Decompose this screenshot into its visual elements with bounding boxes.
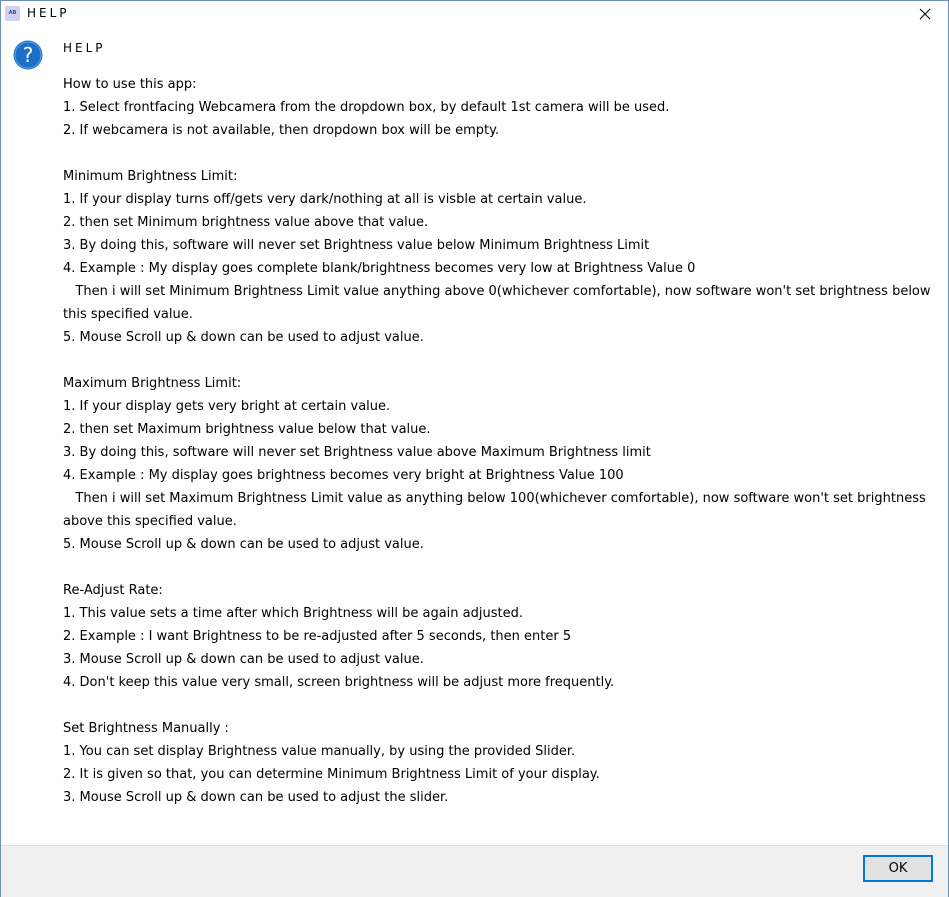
help-text-line: 3. Mouse Scroll up & down can be used to… bbox=[63, 790, 449, 805]
title-bar[interactable]: AB HELP bbox=[1, 1, 948, 27]
help-text-line: 2. Example : I want Brightness to be re-… bbox=[63, 629, 572, 644]
help-text-line: 3. By doing this, software will never se… bbox=[63, 238, 650, 253]
help-text-line: 4. Example : My display goes brightness … bbox=[63, 468, 624, 483]
help-text-line: 1. If your display gets very bright at c… bbox=[63, 399, 391, 414]
help-text-line: 2. then set Maximum brightness value bel… bbox=[63, 422, 431, 437]
help-body-text: How to use this app: 1. Select frontfacin… bbox=[63, 73, 943, 809]
help-text-line: 1. Select frontfacing Webcamera from the… bbox=[63, 100, 670, 115]
help-text-line: How to use this app: bbox=[63, 77, 197, 92]
dialog-footer: OK bbox=[1, 845, 948, 897]
help-header: HELP bbox=[63, 41, 106, 55]
close-button[interactable] bbox=[902, 1, 948, 27]
help-text-line: Maximum Brightness Limit: bbox=[63, 376, 242, 391]
help-text-line: 5. Mouse Scroll up & down can be used to… bbox=[63, 537, 424, 552]
window-title: HELP bbox=[27, 6, 70, 20]
help-text-line: 2. then set Minimum brightness value abo… bbox=[63, 215, 429, 230]
help-text-line: 3. Mouse Scroll up & down can be used to… bbox=[63, 652, 424, 667]
help-text-line: Then i will set Minimum Brightness Limit… bbox=[63, 284, 935, 322]
help-text-line: Re-Adjust Rate: bbox=[63, 583, 163, 598]
svg-text:?: ? bbox=[23, 43, 34, 67]
help-content: ? HELP How to use this app: 1. Select fro… bbox=[1, 27, 948, 845]
help-text-line: Minimum Brightness Limit: bbox=[63, 169, 238, 184]
help-text-line: 1. This value sets a time after which Br… bbox=[63, 606, 523, 621]
ok-button[interactable]: OK bbox=[863, 855, 933, 882]
help-text-line: Set Brightness Manually : bbox=[63, 721, 229, 736]
help-text-line: 1. If your display turns off/gets very d… bbox=[63, 192, 587, 207]
help-text-line: 3. By doing this, software will never se… bbox=[63, 445, 651, 460]
close-icon bbox=[919, 8, 931, 20]
help-text-line: 4. Don't keep this value very small, scr… bbox=[63, 675, 615, 690]
app-logo-icon: AB bbox=[5, 6, 20, 21]
help-text-line: Then i will set Maximum Brightness Limit… bbox=[63, 491, 930, 529]
help-text-line: 5. Mouse Scroll up & down can be used to… bbox=[63, 330, 424, 345]
question-mark-icon: ? bbox=[13, 40, 43, 70]
help-dialog-window: AB HELP ? HELP How to use this app: 1. Se… bbox=[0, 0, 949, 897]
help-text-line: 2. If webcamera is not available, then d… bbox=[63, 123, 500, 138]
help-text-line: 2. It is given so that, you can determin… bbox=[63, 767, 600, 782]
help-text-line: 4. Example : My display goes complete bl… bbox=[63, 261, 696, 276]
help-text-line: 1. You can set display Brightness value … bbox=[63, 744, 576, 759]
